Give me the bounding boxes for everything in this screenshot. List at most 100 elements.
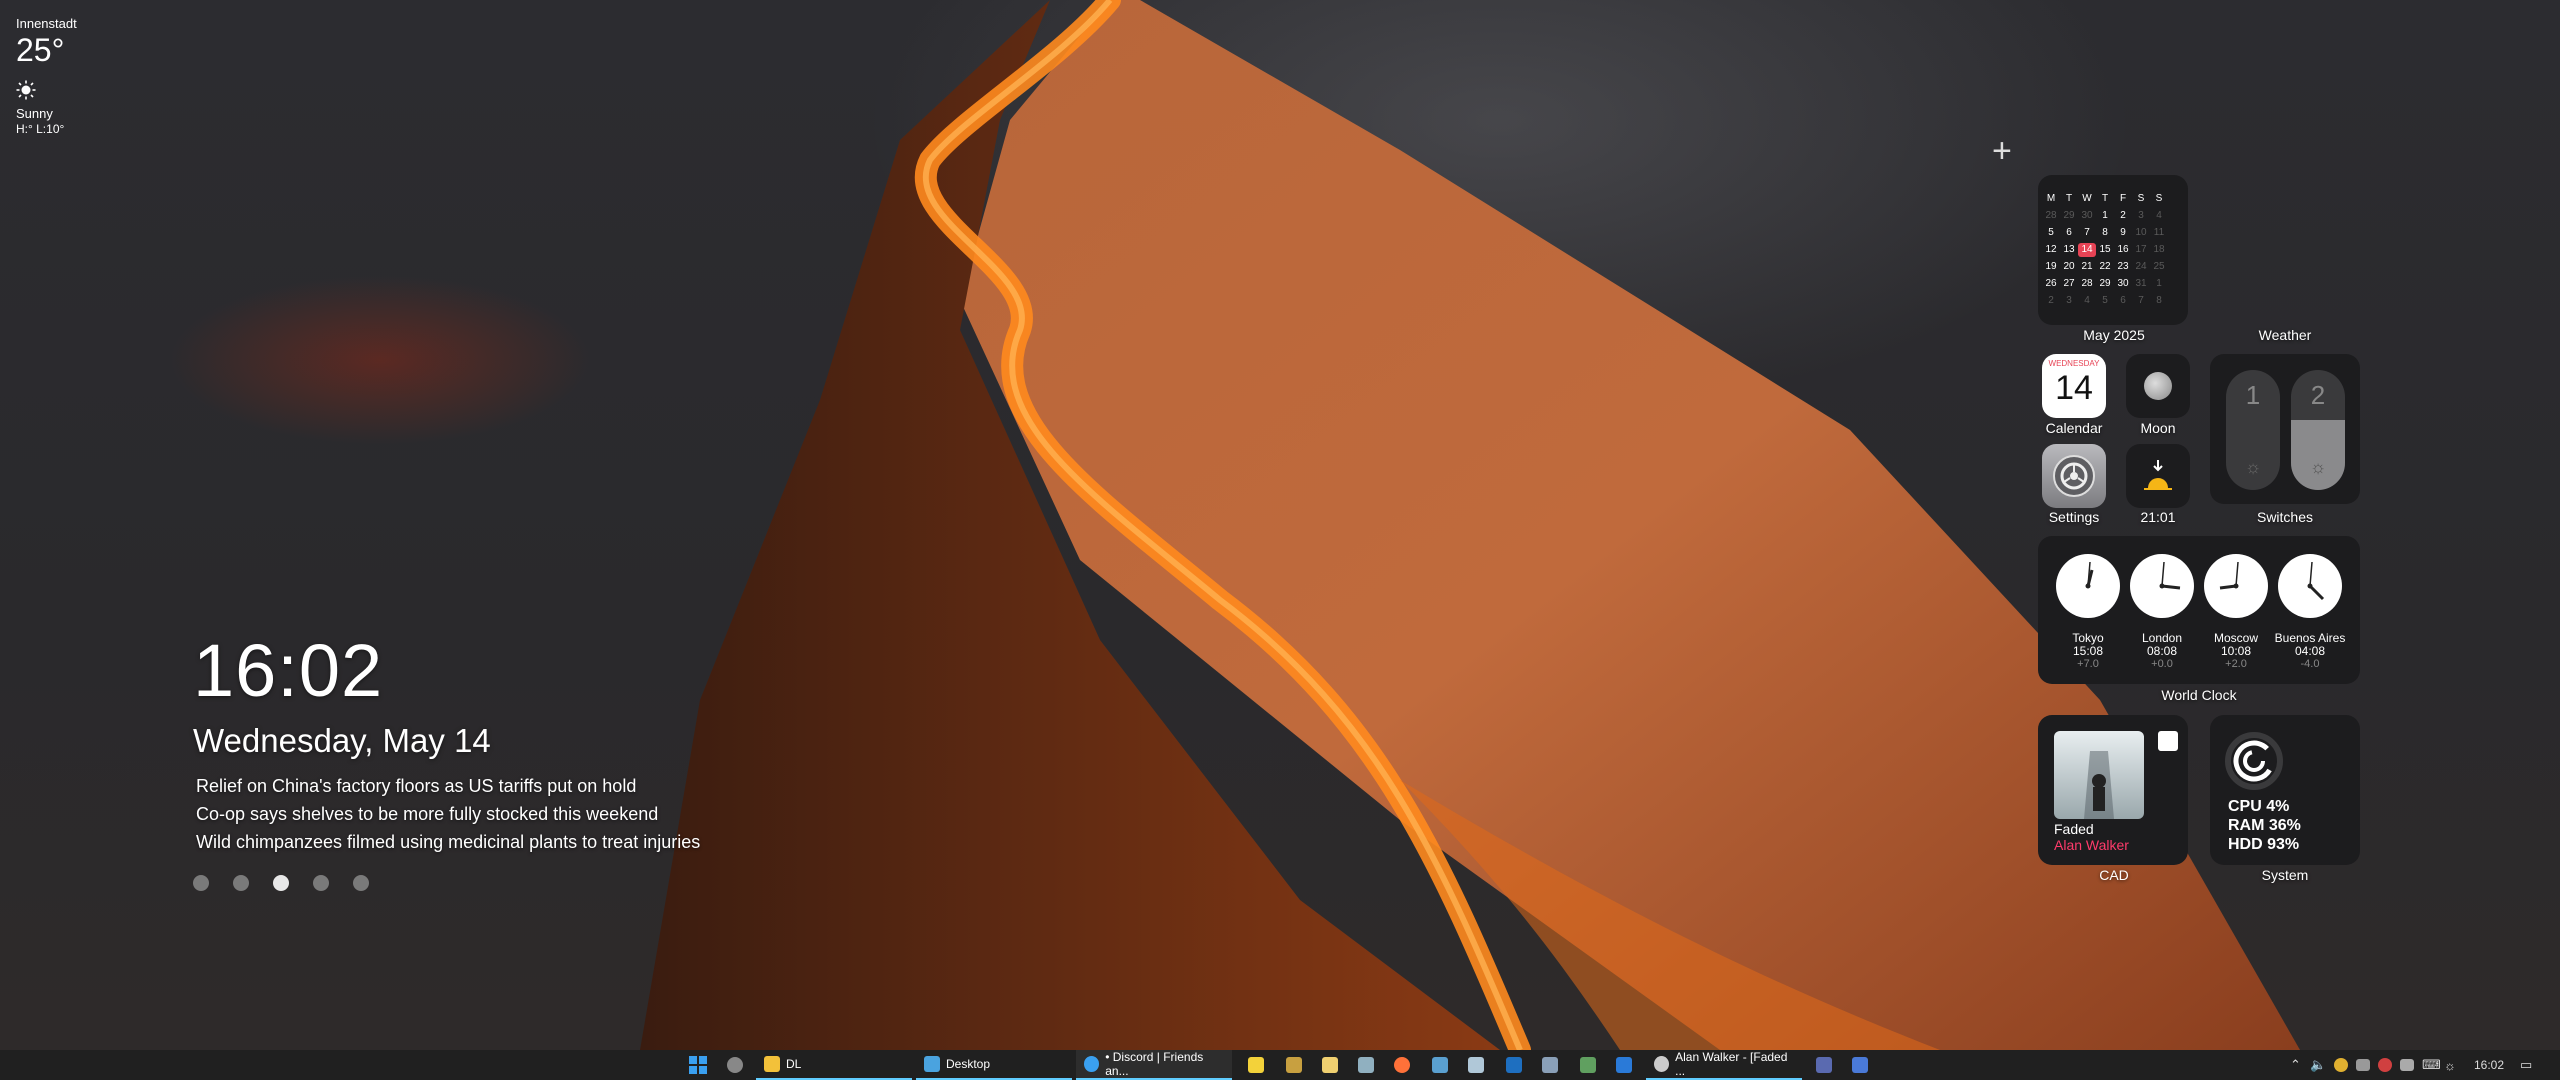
taskbar-label: • Discord | Friends an...: [1105, 1050, 1204, 1078]
now-playing-label: CAD: [2099, 867, 2129, 883]
app-icon: [1358, 1057, 1374, 1073]
taskbar-app[interactable]: [1358, 1050, 1374, 1080]
pager-dot[interactable]: [193, 875, 209, 891]
calendar-day: 8: [2102, 227, 2108, 238]
taskbar-file-explorer[interactable]: DL: [756, 1050, 912, 1080]
calendar-day: 7: [2084, 227, 2090, 238]
calendar-day: 9: [2120, 227, 2126, 238]
app-icon: [1616, 1057, 1632, 1073]
calendar-day: 26: [2045, 278, 2057, 289]
network-icon[interactable]: [2356, 1050, 2370, 1080]
calendar-day: 19: [2045, 261, 2057, 272]
keyboard-icon[interactable]: ⌨: [2422, 1050, 2441, 1080]
calendar-app-icon[interactable]: WEDNESDAY 14: [2042, 354, 2106, 418]
start-button[interactable]: [689, 1050, 707, 1080]
calendar-app-weekday: WEDNESDAY: [2048, 359, 2100, 368]
taskbar-app[interactable]: [1322, 1050, 1338, 1080]
settings-app-icon[interactable]: [2042, 444, 2106, 508]
calendar-day: 3: [2066, 295, 2072, 306]
weekday-header: F: [2119, 193, 2127, 204]
calendar-day: 3: [2138, 210, 2144, 221]
calendar-day: 20: [2063, 261, 2075, 272]
taskbar-app[interactable]: [1432, 1050, 1448, 1080]
cpu-usage: CPU 4%: [2228, 798, 2290, 815]
calendar-day: 31: [2135, 278, 2147, 289]
taskbar-label: DL: [786, 1057, 802, 1071]
weekday-header: T: [2101, 193, 2109, 204]
taskbar-app[interactable]: [1468, 1050, 1484, 1080]
taskbar-clock[interactable]: 16:02: [2474, 1050, 2504, 1080]
app-icon: [1542, 1057, 1558, 1073]
moon-app-icon[interactable]: [2126, 354, 2190, 418]
album-art: [2054, 731, 2144, 819]
taskbar-app[interactable]: [1816, 1050, 1832, 1080]
sun-icon: [16, 80, 36, 100]
calendar-day: 4: [2156, 210, 2162, 221]
calendar-day: 30: [2081, 210, 2093, 221]
calendar-day: 28: [2045, 210, 2057, 221]
sunset-icon: [2144, 460, 2172, 490]
pager-dot[interactable]: [353, 875, 369, 891]
weekday-header: W: [2082, 193, 2092, 204]
pager-dot-active[interactable]: [273, 875, 289, 891]
taskbar-app[interactable]: [1506, 1050, 1522, 1080]
analog-clock-moscow: [2204, 554, 2268, 618]
brightness-switch[interactable]: 1 ☼: [2226, 370, 2280, 490]
news-headline[interactable]: Wild chimpanzees filmed using medicinal …: [196, 832, 700, 853]
taskbar-app[interactable]: [1580, 1050, 1596, 1080]
add-widget-icon[interactable]: +: [1992, 132, 2012, 171]
taskbar-music-player[interactable]: Alan Walker - [Faded ...: [1646, 1050, 1802, 1080]
calendar-day: 13: [2063, 244, 2075, 255]
tray-app-icon[interactable]: [2400, 1050, 2414, 1080]
desktop-wallpaper: [0, 0, 2560, 1050]
switch-number: 1: [2245, 380, 2261, 410]
pager-dot[interactable]: [313, 875, 329, 891]
settings-taskbar-button[interactable]: [727, 1050, 743, 1080]
music-app-icon[interactable]: [2158, 731, 2178, 751]
news-headline[interactable]: Co-op says shelves to be more fully stoc…: [196, 804, 658, 825]
taskbar-discord[interactable]: • Discord | Friends an...: [1076, 1050, 1232, 1080]
calendar-day: 15: [2099, 244, 2111, 255]
hdd-usage: HDD 93%: [2228, 836, 2300, 853]
taskbar-app[interactable]: [1616, 1050, 1632, 1080]
taskbar-firefox[interactable]: [1394, 1050, 1410, 1080]
taskbar-label: Desktop: [946, 1057, 991, 1071]
gear-icon: [2053, 455, 2095, 497]
ram-usage: RAM 36%: [2228, 817, 2301, 834]
news-headline[interactable]: Relief on China's factory floors as US t…: [196, 776, 636, 797]
calendar-day: 23: [2117, 261, 2129, 272]
volume-icon[interactable]: 🔈: [2310, 1050, 2326, 1080]
taskbar-desktop[interactable]: Desktop: [916, 1050, 1072, 1080]
calendar-widget-label: May 2025: [2083, 327, 2145, 343]
music-icon: [1654, 1056, 1670, 1072]
lock-clock-time: 16:02: [193, 629, 384, 712]
tray-chrome-icon[interactable]: [2334, 1050, 2348, 1080]
analog-clock-tokyo: [2056, 554, 2120, 618]
brightness-switch[interactable]: 2 ☼: [2291, 370, 2345, 490]
system-widget-label: System: [2261, 867, 2309, 883]
calendar-day: 4: [2084, 295, 2090, 306]
taskbar-app[interactable]: [1248, 1050, 1264, 1080]
taskbar-app[interactable]: [1286, 1050, 1302, 1080]
calendar-day: 18: [2153, 244, 2165, 255]
weather-high-low: H:° L:10°: [16, 122, 65, 136]
calendar-day: 10: [2135, 227, 2147, 238]
brightness-icon[interactable]: ☼: [2444, 1050, 2456, 1080]
taskbar-app[interactable]: [1852, 1050, 1868, 1080]
tray-app-icon[interactable]: [2378, 1050, 2392, 1080]
month-calendar-grid: M T W T F S S 28 29 30 1 2 3 4 5 6 7 8 9…: [2042, 192, 2168, 308]
pager-dot[interactable]: [233, 875, 249, 891]
taskbar-app[interactable]: [1542, 1050, 1558, 1080]
sunset-app-icon[interactable]: [2126, 444, 2190, 508]
calendar-day: 16: [2117, 244, 2129, 255]
notes-icon: [1322, 1057, 1338, 1073]
track-title: Faded: [2054, 821, 2094, 837]
calendar-day: 7: [2138, 295, 2144, 306]
calendar-day: 22: [2099, 261, 2111, 272]
world-clock-city: Moscow 10:08 +2.0: [2213, 631, 2258, 671]
calendar-day: 12: [2045, 244, 2057, 255]
notification-icon[interactable]: ▭: [2520, 1050, 2532, 1080]
chevron-up-icon[interactable]: ⌃: [2290, 1050, 2301, 1080]
lock-clock-date: Wednesday, May 14: [193, 722, 491, 759]
weather-temperature: 25°: [16, 32, 65, 68]
